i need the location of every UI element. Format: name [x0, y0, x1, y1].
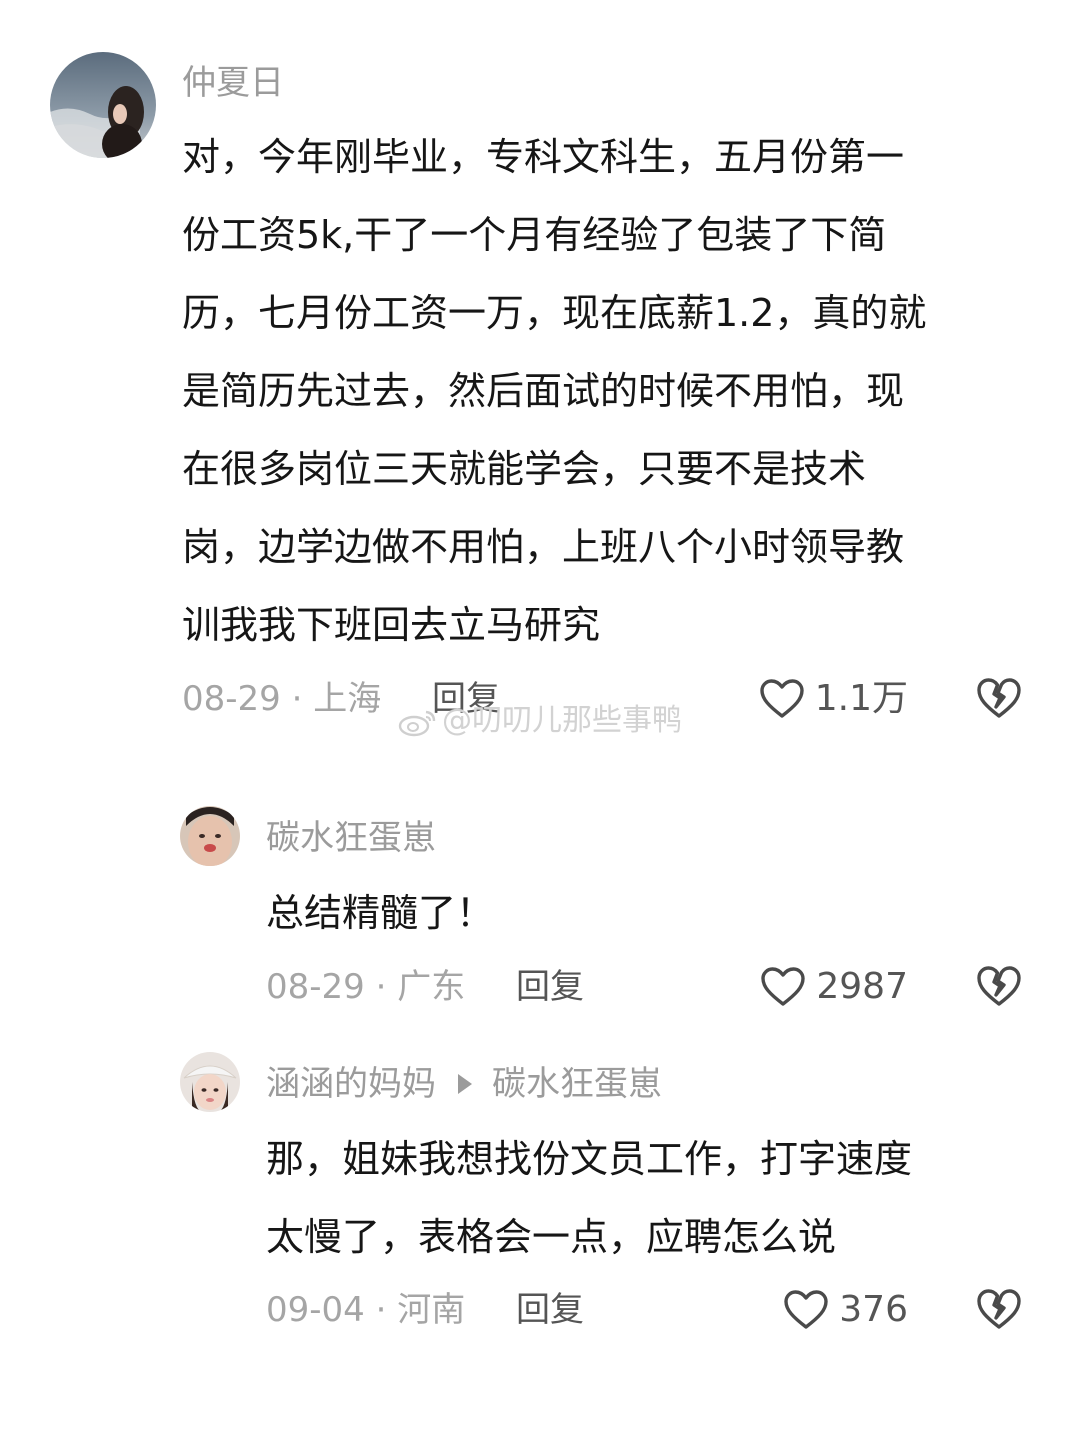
- like-button[interactable]: 376: [740, 1287, 908, 1333]
- heart-icon: [760, 679, 804, 718]
- comment-text-line: 份工资5k,干了一个月有经验了包装了下简: [182, 213, 887, 257]
- comment-meta: 09-04 · 河南: [266, 1290, 466, 1330]
- reply-header: 涵涵的妈妈 碳水狂蛋崽: [266, 1067, 662, 1101]
- comment-text-line: 总结精髓了！: [266, 891, 495, 935]
- dislike-button[interactable]: [976, 964, 1022, 1008]
- username[interactable]: 仲夏日: [182, 66, 284, 100]
- comment-meta: 08-29 · 上海: [182, 679, 382, 719]
- broken-heart-icon: [977, 1289, 1021, 1329]
- dislike-button[interactable]: [976, 676, 1022, 720]
- comment-text-line: 对，今年刚毕业，专科文科生，五月份第一: [182, 135, 905, 179]
- comment-text-line: 那，姐妹我想找份文员工作，打字速度: [266, 1137, 913, 1181]
- comment-text: 那，姐妹我想找份文员工作，打字速度 太慢了，表格会一点，应聘怎么说: [266, 1120, 1046, 1276]
- dislike-button[interactable]: [976, 1287, 1022, 1331]
- heart-icon: [761, 967, 806, 1006]
- comment-text-line: 岗，边学边做不用怕，上班八个小时领导教: [182, 525, 905, 569]
- avatar[interactable]: [50, 52, 156, 158]
- reply-to-username[interactable]: 碳水狂蛋崽: [492, 1064, 662, 1104]
- watermark-text: @叨叨儿那些事鸭: [442, 703, 682, 738]
- comment-text: 总结精髓了！: [266, 874, 1026, 952]
- avatar[interactable]: [180, 806, 240, 866]
- like-count: 376: [839, 1289, 908, 1330]
- comment-meta: 08-29 · 广东: [266, 967, 466, 1007]
- comment-text-line: 是简历先过去，然后面试的时候不用怕，现: [182, 369, 905, 413]
- avatar-image: [50, 52, 156, 158]
- comment-text-line: 历，七月份工资一万，现在底薪1.2，真的就: [182, 291, 927, 335]
- reply-button[interactable]: 回复: [516, 970, 584, 1004]
- weibo-logo-icon: [398, 710, 436, 736]
- reply-button[interactable]: 回复: [516, 1293, 584, 1327]
- avatar[interactable]: [180, 1052, 240, 1112]
- reply-arrow-icon: [458, 1073, 472, 1094]
- username[interactable]: 碳水狂蛋崽: [266, 821, 436, 855]
- heart-icon: [784, 1290, 828, 1329]
- avatar-image: [180, 1052, 240, 1112]
- broken-heart-icon: [977, 966, 1021, 1006]
- like-count: 1.1万: [814, 678, 908, 719]
- like-button[interactable]: 2987: [740, 964, 908, 1010]
- like-button[interactable]: 1.1万: [740, 676, 908, 722]
- avatar-image: [180, 806, 240, 866]
- comment-text: 对，今年刚毕业，专科文科生，五月份第一 份工资5k,干了一个月有经验了包装了下简…: [182, 118, 1042, 664]
- broken-heart-icon: [977, 678, 1021, 718]
- username[interactable]: 涵涵的妈妈: [266, 1064, 436, 1104]
- like-count: 2987: [816, 966, 908, 1007]
- watermark: @叨叨儿那些事鸭: [398, 706, 682, 737]
- comment-text-line: 训我我下班回去立马研究: [182, 603, 601, 647]
- comment-text-line: 在很多岗位三天就能学会，只要不是技术: [182, 447, 867, 491]
- comment-text-line: 太慢了，表格会一点，应聘怎么说: [266, 1215, 837, 1259]
